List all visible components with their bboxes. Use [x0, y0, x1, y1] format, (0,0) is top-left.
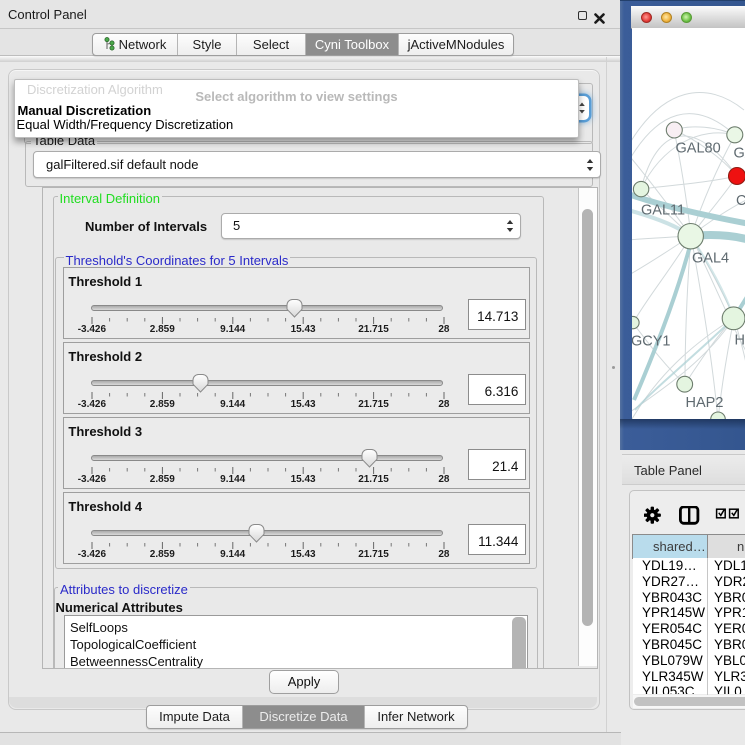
svg-text:C: C: [736, 193, 745, 209]
svg-text:GAL80: GAL80: [676, 141, 721, 157]
svg-text:GCY1: GCY1: [632, 334, 671, 350]
svg-text:GAL11: GAL11: [641, 203, 685, 219]
svg-text:GAL4: GAL4: [692, 251, 729, 267]
svg-text:H: H: [735, 333, 745, 349]
svg-text:GA: GA: [734, 146, 745, 162]
svg-text:HAP2: HAP2: [686, 395, 724, 411]
